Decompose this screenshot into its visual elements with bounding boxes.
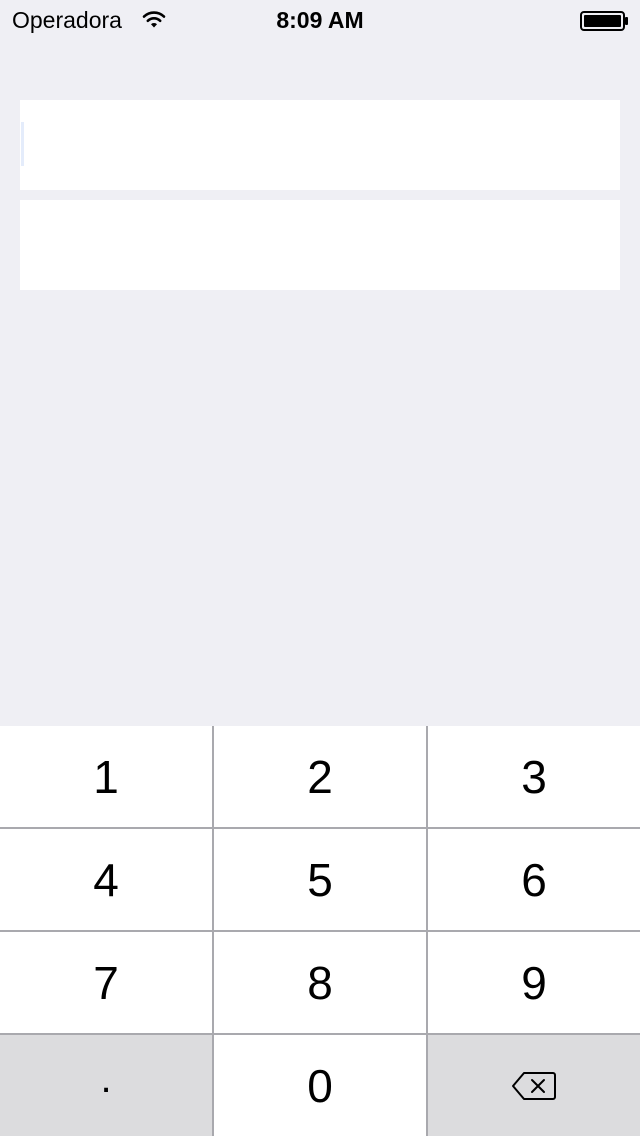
text-cursor (21, 122, 24, 166)
key-3[interactable]: 3 (428, 726, 640, 827)
key-5[interactable]: 5 (214, 829, 426, 930)
delete-key[interactable] (428, 1035, 640, 1136)
key-7[interactable]: 7 (0, 932, 212, 1033)
key-decimal[interactable]: . (0, 1035, 212, 1136)
key-2[interactable]: 2 (214, 726, 426, 827)
key-decimal-label: . (100, 1057, 112, 1101)
key-6[interactable]: 6 (428, 829, 640, 930)
key-8[interactable]: 8 (214, 932, 426, 1033)
key-1[interactable]: 1 (0, 726, 212, 827)
delete-backward-icon (512, 1071, 556, 1100)
key-0[interactable]: 0 (214, 1035, 426, 1136)
clock: 8:09 AM (276, 7, 364, 33)
key-9[interactable]: 9 (428, 932, 640, 1033)
text-field-2[interactable] (20, 200, 620, 290)
status-bar: Operadora 8:09 AM (0, 0, 640, 40)
key-4[interactable]: 4 (0, 829, 212, 930)
numeric-keypad: 1 2 3 4 5 6 7 8 9 . 0 (0, 726, 640, 1136)
battery-icon (580, 11, 628, 31)
text-field-1[interactable] (20, 100, 620, 190)
screen: Operadora 8:09 AM 1 2 3 4 5 6 7 8 9 . 0 (0, 0, 640, 1136)
